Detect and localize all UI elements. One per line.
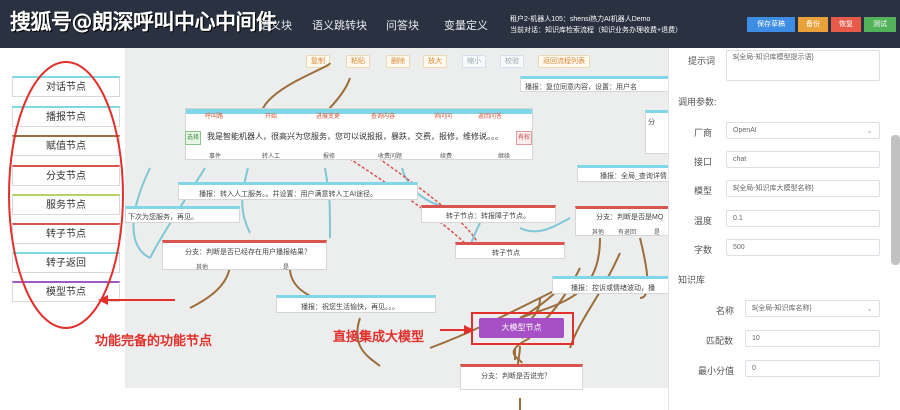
min-score-value: 0	[752, 365, 756, 372]
branch-option: 有退回	[618, 230, 637, 236]
branch-node-finished[interactable]: 分支：判断是否说完？	[460, 364, 583, 390]
flow-line	[324, 167, 331, 239]
node-exit: 转人工	[262, 154, 281, 160]
tab-qa-block[interactable]: 问答块	[386, 17, 419, 33]
temperature-value: 0.1	[733, 215, 743, 222]
kb-label: 知识库	[678, 275, 706, 285]
tab-semantic-block[interactable]: 语义块	[259, 17, 292, 33]
name-label: 名称	[716, 306, 735, 316]
backup-button[interactable]: 备份	[798, 17, 828, 32]
api-label: 接口	[694, 157, 713, 167]
kb-name-value: ${全局-知识库名称}	[752, 305, 812, 312]
right-hidden-node[interactable]: 分	[645, 110, 670, 154]
subflow-node[interactable]: 转子节点	[455, 242, 565, 259]
model-label: 模型	[694, 186, 713, 196]
tokens-input[interactable]: 500	[726, 239, 880, 256]
match-input[interactable]: 10	[745, 330, 880, 347]
node-tag: 开始	[265, 114, 278, 120]
flow-line	[241, 167, 251, 234]
chevron-down-icon: ⌄	[866, 126, 873, 135]
call-params-label: 调用参数:	[678, 97, 717, 107]
badge-right[interactable]: 有权	[516, 131, 532, 145]
match-label: 匹配数	[706, 336, 734, 346]
node-tag: 返回问答	[478, 114, 503, 120]
save-draft-button[interactable]: 保存草稿	[747, 17, 795, 32]
node-tag: 呼叫路	[205, 114, 224, 120]
test-button[interactable]: 测试	[864, 17, 896, 32]
node-tag: 询问问	[434, 114, 453, 120]
vendor-select[interactable]: OpenAI ⌄	[726, 122, 880, 139]
watermark: 搜狐号@朗深呼叫中心中间件	[10, 10, 277, 34]
prompt-textarea[interactable]: ${全局-知识库模型提示语}	[726, 50, 880, 81]
context-dialog: 当前对话：知识库检索流程（知识业务办理收费+退费）	[510, 27, 683, 34]
branch-option: 其他	[592, 230, 605, 236]
broadcast-node-complaint[interactable]: 播报：控诉或情绪波动，播	[552, 276, 670, 294]
branch-node-text: 分支：判断是否已经存在用户播报结果？	[185, 249, 311, 256]
context-info: 租户2-机器人105：shensi热力AI机器人Demo 当前对话：知识库检索流…	[510, 14, 682, 36]
highlight-oval	[8, 61, 124, 329]
branch-option: 是	[654, 230, 661, 236]
badge-left[interactable]: 选择	[185, 131, 201, 145]
panel-scrollbar[interactable]	[891, 135, 900, 265]
annotation-llm: 直接集成大模型	[333, 329, 425, 344]
api-value: chat	[733, 156, 747, 163]
tokens-label: 字数	[694, 245, 713, 255]
broadcast-node-top[interactable]: 播报：复位同意内容，设置：用户名	[520, 76, 670, 92]
node-exit: 续费	[440, 154, 453, 160]
dialog-node-text: 我是智能机器人，很高兴为您服务，您可以说报报，暴跌，交费，报修，维修说。。。	[207, 132, 503, 141]
broadcast-node-goodbye[interactable]: 下次为您服务，再见。	[125, 206, 240, 223]
broadcast-node-query[interactable]: 播报：全局_查询详情	[577, 165, 670, 182]
branch-option: 是	[283, 265, 290, 271]
node-exit: 报修	[323, 154, 336, 160]
node-exit: 收费问题	[378, 154, 403, 160]
tab-variable-definition[interactable]: 变量定义	[444, 17, 488, 33]
node-exit: 事件	[209, 154, 222, 160]
min-score-input[interactable]: 0	[745, 360, 880, 377]
context-robot: 租户2-机器人105：shensi热力AI机器人Demo	[510, 16, 651, 23]
annotation-function-nodes: 功能完备的功能节点	[95, 333, 213, 348]
branch-option: 其他	[196, 265, 209, 271]
tab-semantic-jump-block[interactable]: 语义跳转块	[312, 17, 367, 33]
connector-layer	[8, 61, 649, 410]
restore-button[interactable]: 恢复	[831, 17, 861, 32]
branch-node-text: 分支：判断是否是MQ	[596, 214, 664, 221]
model-input[interactable]: ${全局-知识库大模型名称}	[726, 180, 880, 197]
kb-name-select[interactable]: ${全局-知识库名称} ⌄	[745, 300, 880, 317]
vendor-value: OpenAI	[733, 127, 757, 134]
node-tag: 进展变更	[316, 114, 341, 120]
match-value: 10	[752, 335, 760, 342]
subflow-node-fault[interactable]: 转子节点：转报障子节点。	[421, 205, 556, 223]
chevron-down-icon: ⌄	[866, 304, 873, 313]
prompt-label: 提示词	[688, 56, 716, 66]
node-exit: 继续	[498, 154, 511, 160]
branch-node-check[interactable]: 分支：判断是否已经存在用户播报结果？	[162, 240, 327, 270]
temperature-label: 温度	[694, 216, 713, 226]
node-tag: 查询内容	[371, 114, 396, 120]
api-input[interactable]: chat	[726, 151, 880, 168]
prompt-value: ${全局-知识库模型提示语}	[733, 54, 814, 61]
temperature-input[interactable]: 0.1	[726, 210, 880, 227]
min-score-label: 最小分值	[698, 366, 735, 376]
broadcast-node-farewell[interactable]: 播报：祝您生活愉快，再见。。。	[276, 295, 436, 313]
broadcast-node-transfer[interactable]: 播报：转入人工服务。。并设置：用户满意转人工AI途径。	[178, 182, 418, 200]
model-value: ${全局-知识库大模型名称}	[733, 185, 814, 192]
llm-highlight-box	[471, 312, 574, 345]
vendor-label: 厂商	[694, 128, 713, 138]
tokens-value: 500	[733, 244, 745, 251]
